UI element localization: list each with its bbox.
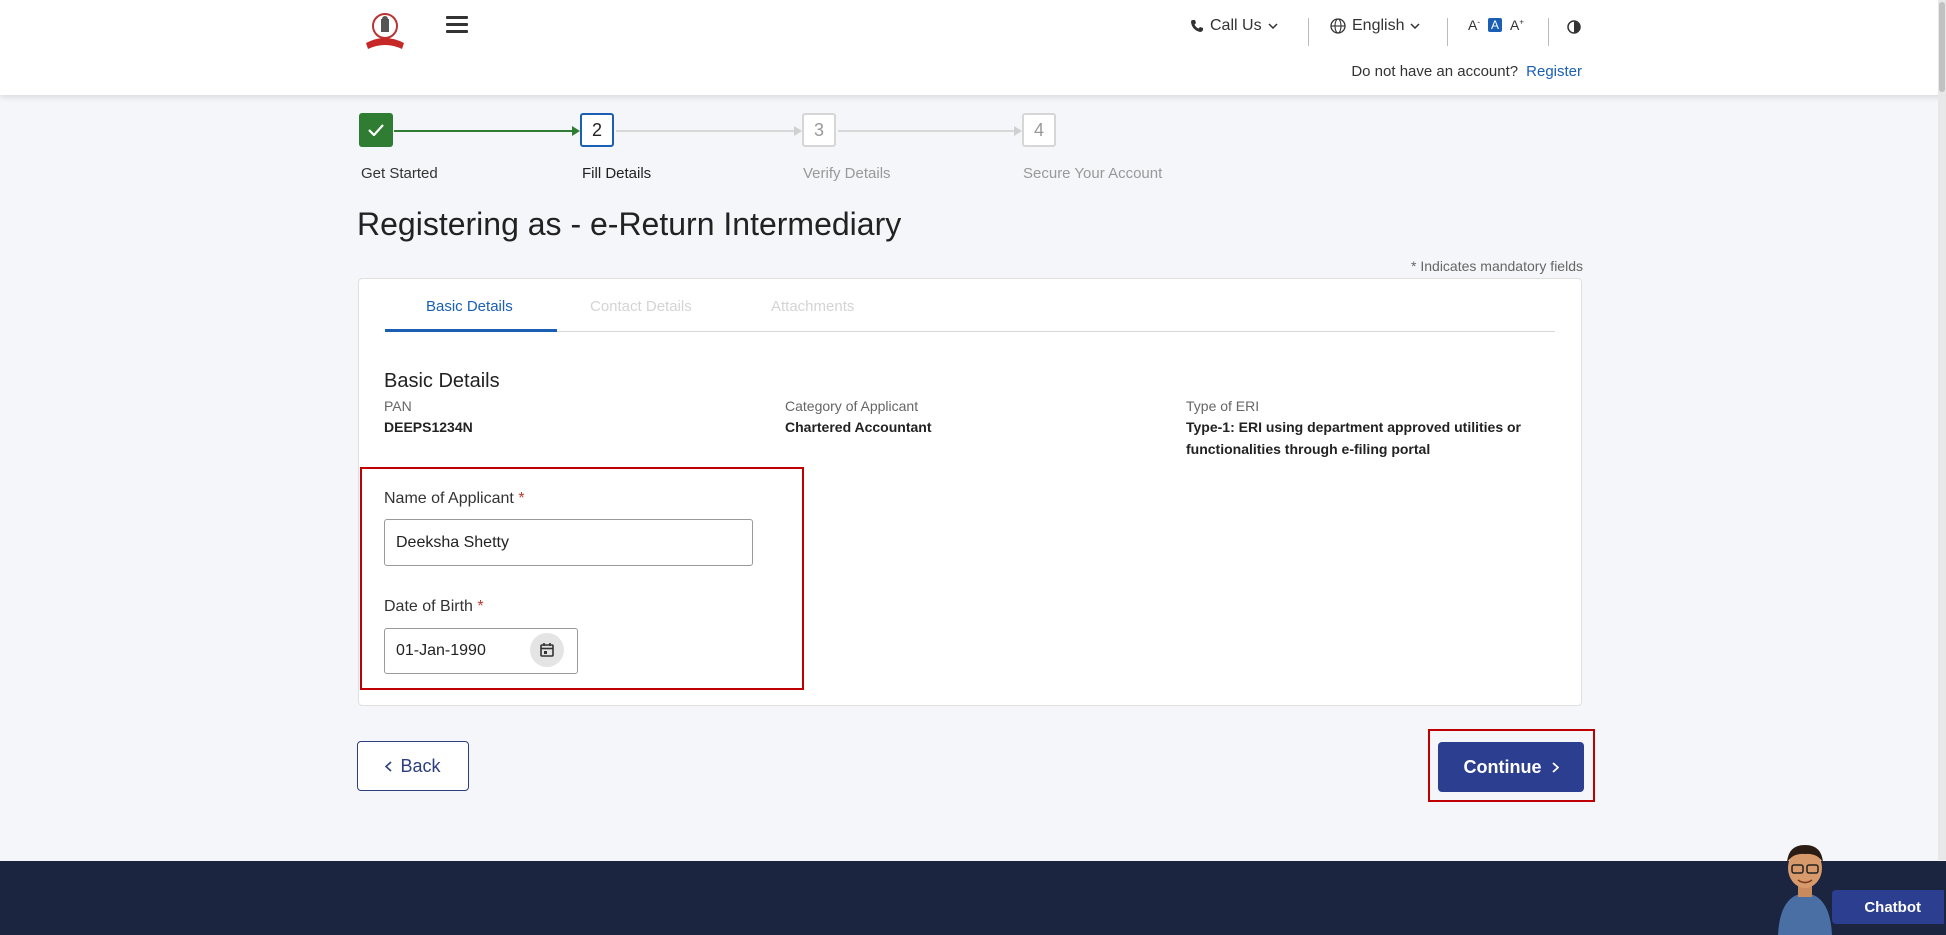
step-label: Get Started <box>361 165 438 182</box>
arrow-icon <box>572 126 580 136</box>
emblem-logo-icon[interactable] <box>362 11 408 53</box>
phone-icon <box>1191 20 1203 32</box>
chatbot-label: Chatbot <box>1864 898 1921 916</box>
step-number: 4 <box>1033 119 1044 140</box>
chatbot-avatar-icon[interactable] <box>1770 835 1840 935</box>
no-account-text: Do not have an account? <box>1351 63 1519 80</box>
page-title: Registering as - e-Return Intermediary <box>357 206 902 242</box>
registration-stepper <box>0 108 1946 188</box>
arrow-icon <box>794 126 802 136</box>
category-label: Category of Applicant <box>785 398 919 414</box>
tab-attachments[interactable]: Attachments <box>771 298 854 315</box>
section-title: Basic Details <box>384 370 500 392</box>
step-3: 3 <box>802 113 836 147</box>
form-highlight-box <box>360 467 804 690</box>
globe-icon <box>1330 18 1346 34</box>
step-connector <box>616 130 800 132</box>
eri-type-label: Type of ERI <box>1186 398 1260 414</box>
account-prompt: Do not have an account? Register <box>1351 63 1582 80</box>
checkmark-icon <box>368 124 384 136</box>
category-value: Chartered Accountant <box>785 419 932 435</box>
step-number: 2 <box>591 119 602 140</box>
mandatory-note: * Indicates mandatory fields <box>1411 258 1583 274</box>
chevron-left-icon <box>385 760 393 772</box>
language-label: English <box>1352 17 1405 34</box>
font-size-controls: A- A A+ <box>1468 17 1524 33</box>
tab-basic-details[interactable]: Basic Details <box>426 298 513 315</box>
step-2-active: 2 <box>580 113 614 147</box>
step-label: Verify Details <box>803 165 891 182</box>
pan-value: DEEPS1234N <box>384 419 473 435</box>
tab-contact-details[interactable]: Contact Details <box>590 298 692 315</box>
continue-highlight-box <box>1428 729 1595 802</box>
divider <box>1447 18 1448 46</box>
eri-type-value-cont: functionalities through e-filing portal <box>1186 441 1431 457</box>
step-4: 4 <box>1022 113 1056 147</box>
footer <box>0 861 1946 935</box>
active-tab-indicator <box>385 329 557 332</box>
top-header: Call Us English A- A A+ Do not have an a… <box>0 0 1946 95</box>
language-dropdown[interactable]: English <box>1330 17 1421 35</box>
step-connector <box>394 130 578 132</box>
arrow-icon <box>1014 126 1022 136</box>
step-connector <box>838 130 1020 132</box>
chevron-down-icon <box>1268 23 1278 29</box>
step-number: 3 <box>813 119 824 140</box>
tab-divider <box>385 331 1555 332</box>
step-label: Fill Details <box>582 165 652 182</box>
step-label: Secure Your Account <box>1023 165 1163 182</box>
font-increase-button[interactable]: A+ <box>1510 17 1524 33</box>
divider <box>1548 18 1549 46</box>
eri-type-value: Type-1: ERI using department approved ut… <box>1186 419 1522 435</box>
font-default-label: A <box>1491 18 1500 32</box>
chatbot-button[interactable]: Chatbot <box>1832 890 1944 924</box>
register-link[interactable]: Register <box>1526 63 1582 80</box>
contrast-icon[interactable] <box>1567 20 1581 34</box>
font-default-button[interactable]: A <box>1488 18 1503 32</box>
font-decrease-label: A <box>1468 17 1478 33</box>
divider <box>1308 18 1309 46</box>
pan-label: PAN <box>384 398 412 414</box>
back-label: Back <box>400 755 441 776</box>
chevron-down-icon <box>1410 23 1421 29</box>
call-us-dropdown[interactable]: Call Us <box>1190 17 1278 35</box>
back-button[interactable]: Back <box>357 741 469 791</box>
menu-icon[interactable] <box>446 16 468 34</box>
font-decrease-button[interactable]: A- <box>1468 17 1480 33</box>
step-1-completed <box>359 113 393 147</box>
font-increase-label: A <box>1510 17 1520 33</box>
call-us-label: Call Us <box>1210 17 1262 34</box>
